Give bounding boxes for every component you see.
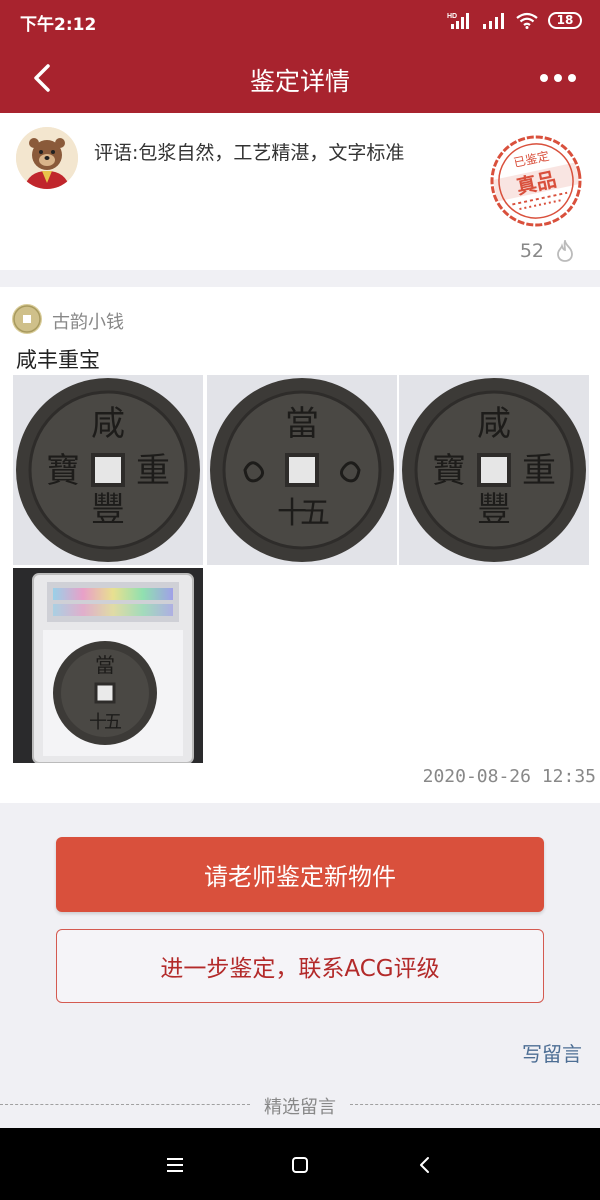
selected-comments-label: 精选留言 xyxy=(264,1097,336,1118)
slab-char-top: 當 xyxy=(95,653,115,677)
coin-icon xyxy=(13,305,41,333)
post-card: 古韵小钱 咸丰重宝 咸 豐 重 寶 當 十 五 咸 豐 重 寶 當 十 五 20… xyxy=(0,287,600,803)
coin-char-top: 咸 xyxy=(91,404,125,444)
expert-avatar[interactable] xyxy=(16,127,78,189)
coin-char-top: 當 xyxy=(285,404,319,444)
author-avatar[interactable] xyxy=(12,304,42,334)
coin-char-right: 重 xyxy=(136,451,170,491)
post-title: 咸丰重宝 xyxy=(16,348,100,372)
coin-photo-3[interactable]: 咸 豐 重 寶 xyxy=(399,375,589,565)
request-appraisal-button[interactable]: 请老师鉴定新物件 xyxy=(56,837,544,912)
battery-indicator: 18 xyxy=(548,11,582,29)
flame-icon xyxy=(557,240,573,262)
status-time: 下午2:12 xyxy=(20,15,97,35)
coin-char-bottom: 豐 xyxy=(477,490,511,530)
coin-photo-2[interactable]: 當 十 五 xyxy=(207,375,397,565)
coin-char-left: 寶 xyxy=(46,451,80,491)
write-comment-link[interactable]: 写留言 xyxy=(522,1038,582,1067)
coin-obverse-image: 咸 豐 重 寶 xyxy=(399,375,589,565)
status-icons: HD 18 xyxy=(447,9,582,31)
signal-icon xyxy=(483,13,504,29)
signal-hd-icon: HD xyxy=(447,13,469,29)
coin-char-right: 重 xyxy=(522,451,556,491)
seal-top-text: 已鉴定 xyxy=(512,148,550,170)
coin-obverse-image: 咸 豐 重 寶 xyxy=(13,375,203,565)
authentic-seal: 已鉴定 真品 xyxy=(490,135,582,227)
coin-char-top: 咸 xyxy=(477,404,511,444)
likes[interactable]: 52 xyxy=(520,240,574,262)
system-nav-bar xyxy=(0,1128,600,1200)
home-icon[interactable] xyxy=(285,1150,315,1180)
top-bar: 下午2:12 HD 18 鉴定详情 xyxy=(0,0,600,113)
mascot-icon xyxy=(16,127,78,189)
coin-reverse-image: 當 十 五 xyxy=(207,375,397,565)
contact-acg-button[interactable]: 进一步鉴定，联系ACG评级 xyxy=(56,929,544,1003)
header: 鉴定详情 xyxy=(0,42,600,113)
likes-count: 52 xyxy=(519,240,544,262)
coin-char-left: 寶 xyxy=(432,451,466,491)
status-bar: 下午2:12 HD 18 xyxy=(0,0,600,42)
menu-icon[interactable] xyxy=(160,1150,190,1180)
coin-photo-1[interactable]: 咸 豐 重 寶 xyxy=(13,375,203,565)
coin-photo-4[interactable]: 當 十 五 xyxy=(13,568,203,763)
coin-char-bottom: 豐 xyxy=(91,490,125,530)
wifi-icon xyxy=(516,12,538,29)
coin-char-bottom-right: 五 xyxy=(300,496,330,531)
svg-text:HD: HD xyxy=(447,13,457,20)
seal-main-text: 真品 xyxy=(514,167,558,199)
slab-char-bottom-right: 五 xyxy=(104,712,122,733)
back-nav-icon[interactable] xyxy=(410,1150,440,1180)
graded-slab-image: 當 十 五 xyxy=(13,568,203,763)
more-icon[interactable] xyxy=(538,58,578,98)
expert-comment-card: 评语:包浆自然，工艺精湛，文字标准 已鉴定 真品 52 xyxy=(0,113,600,270)
page-title: 鉴定详情 xyxy=(249,67,350,96)
comment-text: 评语:包浆自然，工艺精湛，文字标准 xyxy=(94,142,405,164)
author-name[interactable]: 古韵小钱 xyxy=(52,308,124,334)
post-timestamp: 2020-08-26 12:35 xyxy=(422,766,596,787)
